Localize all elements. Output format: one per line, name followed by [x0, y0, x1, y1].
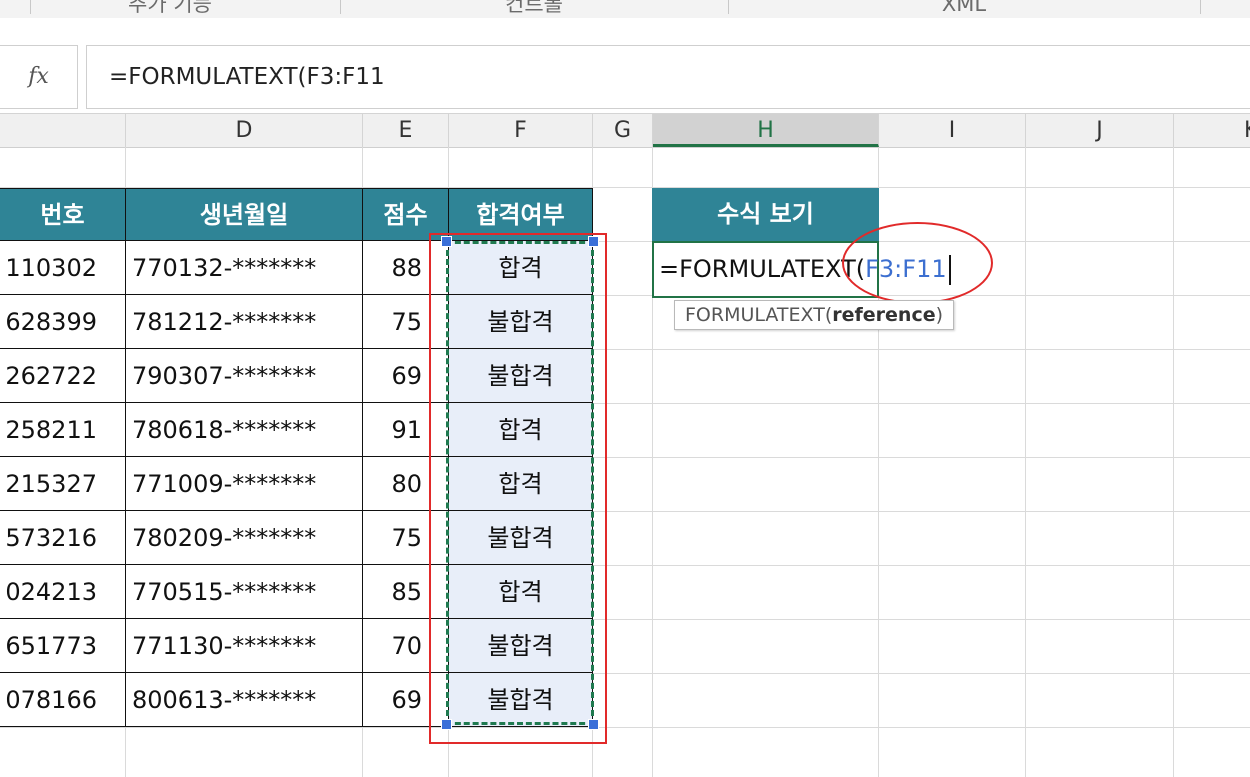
table-cell-number[interactable]: 573216	[0, 511, 126, 565]
column-header-g[interactable]: G	[593, 114, 653, 147]
table-header-number[interactable]: 번호	[0, 188, 126, 241]
column-header-c[interactable]	[0, 114, 126, 147]
tooltip-argument[interactable]: reference	[832, 304, 935, 326]
function-tooltip[interactable]: FORMULATEXT(reference)	[674, 300, 955, 330]
table-cell-number[interactable]: 628399	[0, 295, 126, 349]
table-cell-number[interactable]: 078166	[0, 673, 126, 727]
table-cell-birthdate[interactable]: 780209-*******	[125, 511, 363, 565]
table-cell-number[interactable]: 024213	[0, 565, 126, 619]
formula-bar: fx =FORMULATEXT(F3:F11	[0, 18, 1250, 114]
table-cell-birthdate[interactable]: 780618-*******	[125, 403, 363, 457]
column-header-e[interactable]: E	[363, 114, 449, 147]
ribbon-group-xml[interactable]: XML	[728, 0, 1200, 18]
table-cell-number[interactable]: 262722	[0, 349, 126, 403]
selection-handle[interactable]	[588, 236, 599, 247]
table-cell-birthdate[interactable]: 771130-*******	[125, 619, 363, 673]
ribbon-group-controls[interactable]: 컨트롤	[340, 0, 728, 18]
table-cell-number[interactable]: 258211	[0, 403, 126, 457]
column-header-j[interactable]: J	[1026, 114, 1174, 147]
ribbon: 추가 기능 컨트롤 XML	[0, 0, 1250, 19]
grid-line	[0, 727, 1250, 728]
table-cell-number[interactable]: 215327	[0, 457, 126, 511]
tooltip-function-name: FORMULATEXT(	[685, 304, 833, 326]
column-header-k[interactable]: K	[1174, 114, 1250, 147]
table-cell-number[interactable]: 651773	[0, 619, 126, 673]
column-header-f[interactable]: F	[449, 114, 593, 147]
table-cell-birthdate[interactable]: 800613-*******	[125, 673, 363, 727]
reference-selection[interactable]	[446, 241, 594, 725]
column-header-d[interactable]: D	[126, 114, 363, 147]
table-cell-birthdate[interactable]: 771009-*******	[125, 457, 363, 511]
column-header-i[interactable]: I	[879, 114, 1026, 147]
column-header-h[interactable]: H	[653, 114, 879, 147]
formula-input[interactable]: =FORMULATEXT(F3:F11	[86, 45, 1250, 109]
table-header-birthdate[interactable]: 생년월일	[125, 188, 363, 241]
formula-function-text: =FORMULATEXT(	[659, 255, 866, 283]
ribbon-separator	[30, 0, 31, 14]
table-cell-birthdate[interactable]: 790307-*******	[125, 349, 363, 403]
selection-handle[interactable]	[588, 719, 599, 730]
table-cell-birthdate[interactable]: 770515-*******	[125, 565, 363, 619]
ribbon-group-addins[interactable]: 추가 기능	[0, 0, 340, 18]
selection-handle[interactable]	[441, 236, 452, 247]
selection-handle[interactable]	[441, 719, 452, 730]
insert-function-button[interactable]: fx	[0, 45, 78, 109]
table-cell-number[interactable]: 110302	[0, 241, 126, 295]
ribbon-separator	[1200, 0, 1201, 14]
column-headers: D E F G H I J K	[0, 113, 1250, 148]
formula-view-header[interactable]: 수식 보기	[652, 188, 879, 241]
tooltip-close-paren: )	[935, 304, 944, 326]
table-cell-birthdate[interactable]: 770132-*******	[125, 241, 363, 295]
table-cell-birthdate[interactable]: 781212-*******	[125, 295, 363, 349]
highlight-oval	[842, 222, 993, 304]
